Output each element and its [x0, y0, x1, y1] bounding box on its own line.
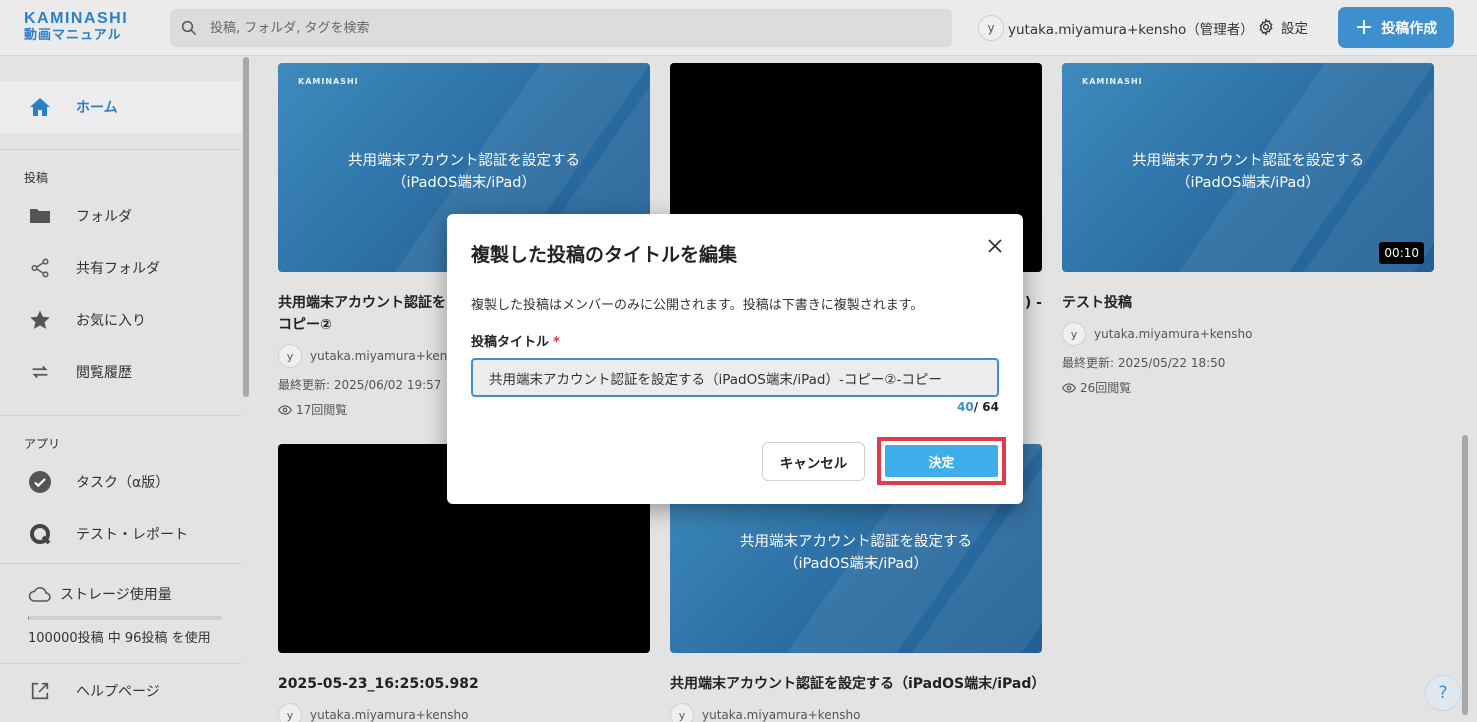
- field-label-text: 投稿タイトル: [471, 335, 550, 350]
- edit-title-dialog: 複製した投稿のタイトルを編集 複製した投稿はメンバーのみに公開されます。投稿は下…: [447, 214, 1023, 504]
- cancel-button[interactable]: キャンセル: [762, 442, 865, 481]
- confirm-highlight-box: 決定: [877, 437, 1006, 485]
- post-title-input[interactable]: [471, 358, 999, 397]
- character-counter: 40/ 64: [927, 400, 999, 414]
- required-mark: *: [553, 335, 560, 350]
- confirm-button[interactable]: 決定: [885, 445, 998, 477]
- counter-max: / 64: [973, 400, 999, 414]
- field-label: 投稿タイトル *: [471, 331, 560, 350]
- close-icon[interactable]: [985, 236, 1005, 256]
- dialog-description: 複製した投稿はメンバーのみに公開されます。投稿は下書きに複製されます。: [471, 298, 924, 313]
- counter-current: 40: [957, 400, 974, 414]
- dialog-title: 複製した投稿のタイトルを編集: [471, 244, 738, 266]
